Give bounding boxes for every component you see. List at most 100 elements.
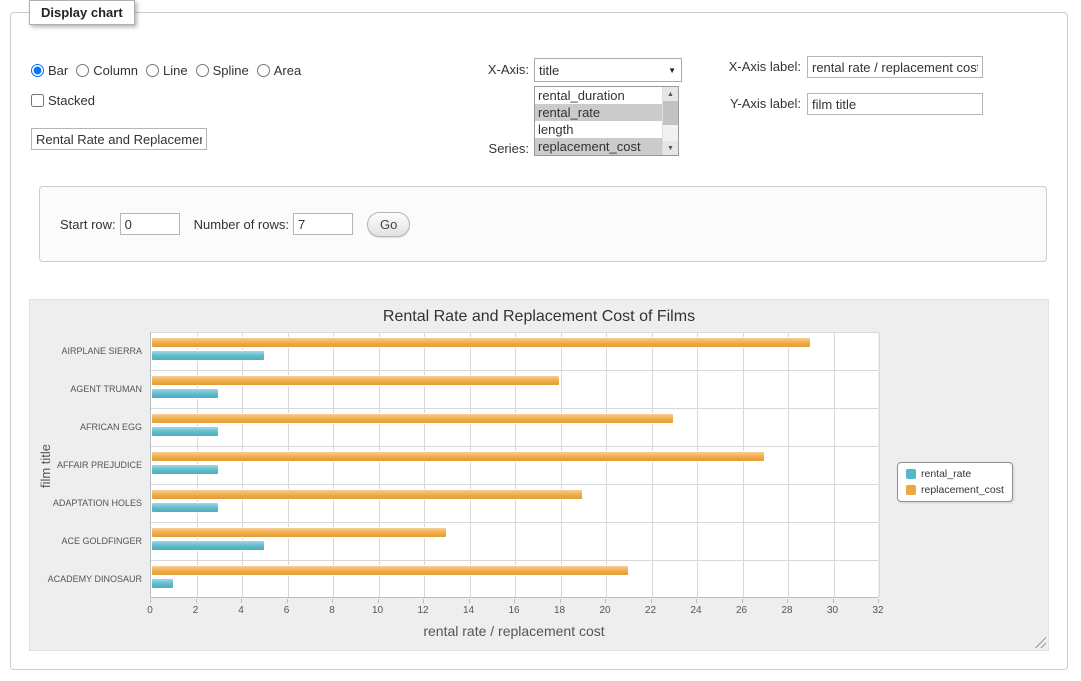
gridline-horizontal — [151, 522, 878, 523]
x-axis-tickmark — [833, 599, 834, 603]
x-axis-tickmark — [696, 599, 697, 603]
area-radio[interactable] — [257, 64, 270, 77]
gridline-vertical — [606, 332, 607, 597]
radio-item-spline[interactable]: Spline — [196, 63, 249, 78]
category-label: AGENT TRUMAN — [30, 384, 142, 394]
x-axis-tick-label: 30 — [827, 605, 838, 616]
resize-grip-icon[interactable] — [1034, 636, 1046, 648]
category-label: ACE GOLDFINGER — [30, 536, 142, 546]
x-axis-tickmark — [423, 599, 424, 603]
area-radio-label: Area — [274, 63, 301, 78]
plot-area — [150, 332, 878, 598]
category-label: AFRICAN EGG — [30, 422, 142, 432]
gridline-horizontal — [151, 560, 878, 561]
series-options: rental_duration rental_rate length repla… — [535, 87, 662, 155]
gridline-vertical — [288, 332, 289, 597]
x-axis-tickmark — [469, 599, 470, 603]
scroll-down-icon[interactable]: ▼ — [663, 141, 678, 155]
gridline-vertical — [697, 332, 698, 597]
line-radio-label: Line — [163, 63, 188, 78]
x-axis-tick-label: 2 — [193, 605, 199, 616]
bar-rental_rate[interactable] — [151, 426, 219, 437]
bar-replacement_cost[interactable] — [151, 375, 560, 386]
column-radio[interactable] — [76, 64, 89, 77]
spline-radio[interactable] — [196, 64, 209, 77]
legend-item-replacement_cost[interactable]: replacement_cost — [906, 484, 1004, 496]
gridline-vertical — [470, 332, 471, 597]
start-row-input[interactable] — [120, 213, 180, 235]
number-of-rows-input[interactable] — [293, 213, 353, 235]
bar-replacement_cost[interactable] — [151, 527, 447, 538]
x-axis-tickmark — [787, 599, 788, 603]
legend-item-rental_rate[interactable]: rental_rate — [906, 468, 1004, 480]
bar-rental_rate[interactable] — [151, 464, 219, 475]
gridline-vertical — [652, 332, 653, 597]
gridline-horizontal — [151, 370, 878, 371]
display-chart-fieldset: Display chart Bar Column Line Spline Are… — [10, 12, 1068, 670]
yaxis-label-field-label: Y-Axis label: — [711, 96, 801, 112]
bar-replacement_cost[interactable] — [151, 489, 583, 500]
gridline-vertical — [788, 332, 789, 597]
start-row-group: Start row: — [60, 213, 180, 235]
bar-replacement_cost[interactable] — [151, 565, 629, 576]
bar-radio[interactable] — [31, 64, 44, 77]
bar-replacement_cost[interactable] — [151, 337, 811, 348]
legend-label: rental_rate — [921, 468, 971, 480]
x-axis-tick-label: 8 — [329, 605, 335, 616]
series-multiselect[interactable]: rental_duration rental_rate length repla… — [534, 86, 679, 156]
stacked-checkbox-row[interactable]: Stacked — [31, 93, 95, 108]
stacked-checkbox[interactable] — [31, 94, 44, 107]
series-option-rental-rate[interactable]: rental_rate — [535, 104, 662, 121]
x-axis-tickmark — [605, 599, 606, 603]
x-axis-tick-label: 20 — [599, 605, 610, 616]
xaxis-label-input[interactable] — [807, 56, 983, 78]
x-axis-tickmark — [150, 599, 151, 603]
gridline-horizontal — [151, 484, 878, 485]
x-axis-tick-label: 18 — [554, 605, 565, 616]
bar-rental_rate[interactable] — [151, 502, 219, 513]
scroll-up-icon[interactable]: ▲ — [663, 87, 678, 101]
gridline-horizontal — [151, 446, 878, 447]
radio-item-line[interactable]: Line — [146, 63, 188, 78]
scrollbar-track[interactable] — [663, 125, 678, 141]
x-axis-tickmark — [560, 599, 561, 603]
listbox-scrollbar[interactable]: ▲ ▼ — [662, 87, 678, 155]
x-axis-tickmark — [742, 599, 743, 603]
radio-item-column[interactable]: Column — [76, 63, 138, 78]
chart-title: Rental Rate and Replacement Cost of Film… — [30, 308, 1048, 326]
series-option-rental-duration[interactable]: rental_duration — [535, 87, 662, 104]
x-axis-tick-label: 24 — [690, 605, 701, 616]
scrollbar-thumb[interactable] — [663, 101, 678, 125]
bar-replacement_cost[interactable] — [151, 451, 765, 462]
x-axis-tickmark — [241, 599, 242, 603]
gridline-vertical — [379, 332, 380, 597]
chart-legend: rental_rate replacement_cost — [897, 462, 1013, 502]
yaxis-label-input[interactable] — [807, 93, 983, 115]
chart-widget: Rental Rate and Replacement Cost of Film… — [29, 299, 1049, 651]
radio-item-area[interactable]: Area — [257, 63, 301, 78]
bar-rental_rate[interactable] — [151, 540, 265, 551]
gridline-vertical — [834, 332, 835, 597]
radio-item-bar[interactable]: Bar — [31, 63, 68, 78]
category-label: ACADEMY DINOSAUR — [30, 574, 142, 584]
go-button[interactable]: Go — [367, 212, 410, 237]
gridline-vertical — [879, 332, 880, 597]
bar-rental_rate[interactable] — [151, 388, 219, 399]
x-axis-tick-label: 26 — [736, 605, 747, 616]
number-of-rows-group: Number of rows: — [194, 213, 353, 235]
series-option-replacement-cost[interactable]: replacement_cost — [535, 138, 662, 155]
gridline-vertical — [424, 332, 425, 597]
bar-replacement_cost[interactable] — [151, 413, 674, 424]
gridline-vertical — [333, 332, 334, 597]
gridline-vertical — [561, 332, 562, 597]
x-axis-tick-label: 16 — [508, 605, 519, 616]
start-row-label: Start row: — [60, 217, 116, 232]
xaxis-select[interactable]: title — [534, 58, 682, 82]
bar-rental_rate[interactable] — [151, 578, 174, 589]
series-option-length[interactable]: length — [535, 121, 662, 138]
x-axis-tick-label: 4 — [238, 605, 244, 616]
bar-rental_rate[interactable] — [151, 350, 265, 361]
gridline-vertical — [242, 332, 243, 597]
chart-title-input[interactable] — [31, 128, 207, 150]
line-radio[interactable] — [146, 64, 159, 77]
